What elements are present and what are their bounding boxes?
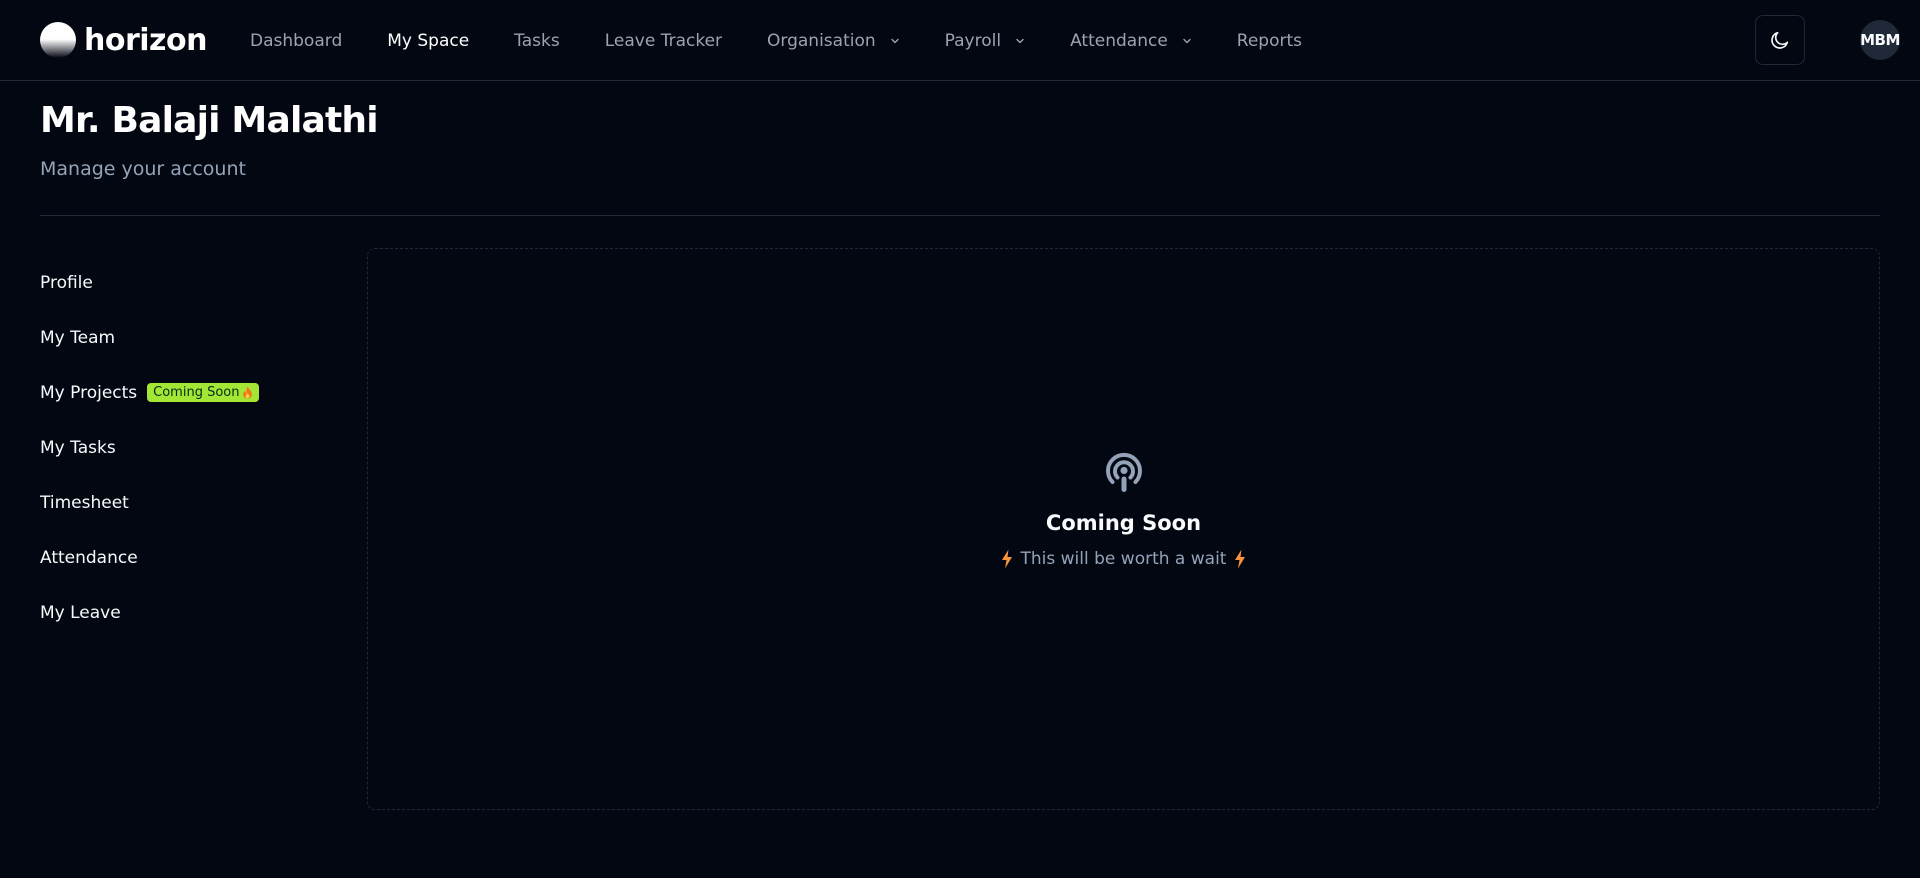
sidebar-item-label: My Leave (40, 602, 121, 623)
nav-item-leave-tracker[interactable]: Leave Tracker (605, 31, 722, 51)
sidebar-item-timesheet[interactable]: Timesheet (40, 475, 340, 530)
chevron-down-icon (1016, 38, 1024, 43)
nav-item-label: Attendance (1070, 30, 1168, 51)
user-avatar[interactable]: MBM (1860, 20, 1900, 60)
coming-soon-state: Coming Soon This will be worth a wait (368, 449, 1879, 569)
sidebar-item-my-team[interactable]: My Team (40, 310, 340, 365)
chevron-down-icon (1183, 38, 1191, 43)
coming-soon-title: Coming Soon (1045, 511, 1202, 535)
nav-item-label: Organisation (767, 30, 876, 51)
lightning-icon (1235, 549, 1246, 569)
nav-item-payroll[interactable]: Payroll (945, 31, 1025, 51)
theme-toggle-button[interactable] (1755, 15, 1805, 65)
sidebar-item-label: Timesheet (40, 492, 129, 513)
moon-icon (1771, 31, 1789, 49)
nav-item-tasks[interactable]: Tasks (514, 31, 560, 51)
logo-mark-icon (40, 22, 76, 58)
sidebar-item-my-leave[interactable]: My Leave (40, 585, 340, 640)
sidebar-item-attendance[interactable]: Attendance (40, 530, 340, 585)
page-title: Mr. Balaji Malathi (40, 100, 379, 141)
badge-label: Coming Soon (153, 385, 240, 400)
sidebar-item-my-tasks[interactable]: My Tasks (40, 420, 340, 475)
sidebar-item-label: Attendance (40, 547, 138, 568)
lightning-icon (1001, 549, 1012, 569)
content-panel: Coming Soon This will be worth a wait (367, 248, 1880, 810)
sidebar-item-profile[interactable]: Profile (40, 255, 340, 310)
coming-soon-badge: Coming Soon (147, 383, 260, 402)
main-nav: Dashboard My Space Tasks Leave Tracker O… (250, 0, 1302, 81)
nav-item-label: Dashboard (250, 30, 343, 51)
account-sidebar: Profile My Team My Projects Coming Soon … (40, 255, 340, 640)
nav-item-organisation[interactable]: Organisation (767, 31, 900, 51)
nav-item-label: Tasks (514, 30, 560, 51)
coming-soon-subtitle: This will be worth a wait (1001, 549, 1247, 569)
app-logo[interactable]: horizon (40, 20, 207, 60)
page-subtitle: Manage your account (40, 158, 246, 180)
nav-item-my-space[interactable]: My Space (387, 31, 469, 51)
nav-item-label: Reports (1236, 30, 1302, 51)
coming-soon-subtitle-text: This will be worth a wait (1020, 549, 1227, 569)
app-name: horizon (84, 22, 207, 58)
sidebar-item-label: My Projects (40, 382, 138, 403)
sidebar-item-label: My Team (40, 327, 116, 348)
nav-item-reports[interactable]: Reports (1237, 31, 1302, 51)
top-navbar: horizon Dashboard My Space Tasks Leave T… (0, 0, 1920, 81)
nav-item-attendance[interactable]: Attendance (1070, 31, 1192, 51)
podcast-icon (1105, 452, 1142, 492)
section-divider (40, 215, 1880, 216)
nav-item-label: My Space (387, 30, 470, 51)
nav-item-dashboard[interactable]: Dashboard (250, 31, 342, 51)
sidebar-item-label: My Tasks (40, 437, 116, 458)
chevron-down-icon (890, 38, 899, 43)
fire-icon (243, 386, 253, 399)
sidebar-item-my-projects[interactable]: My Projects Coming Soon (40, 365, 340, 420)
nav-item-label: Payroll (944, 30, 1002, 51)
sidebar-item-label: Profile (40, 272, 93, 293)
nav-item-label: Leave Tracker (604, 30, 723, 51)
